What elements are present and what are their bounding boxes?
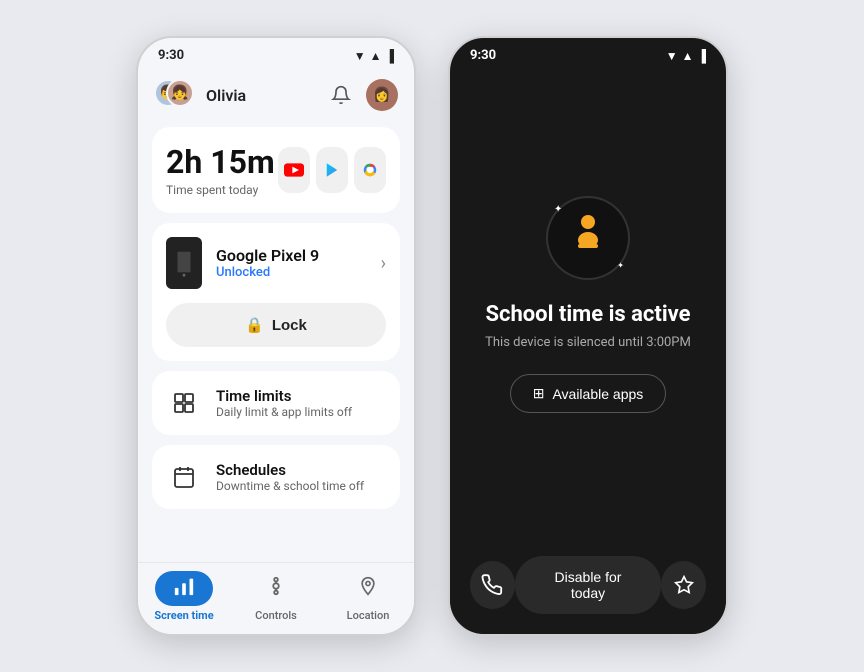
- signal-icon: ▲: [370, 49, 382, 63]
- time-limits-sub: Daily limit & app limits off: [216, 405, 352, 419]
- schedules-item: Schedules Downtime & school time off: [166, 459, 386, 495]
- time-display: 2h 15m Time spent today: [166, 143, 386, 197]
- time-label: Time spent today: [166, 183, 275, 197]
- avatar-group: 👦 👧: [154, 79, 198, 111]
- school-person-icon: [564, 210, 612, 267]
- nav-screen-time[interactable]: Screen time: [138, 571, 230, 622]
- schedules-title: Schedules: [216, 461, 364, 479]
- nav-controls[interactable]: Controls: [230, 571, 322, 622]
- location-pin-fab[interactable]: [661, 561, 706, 609]
- device-info: Google Pixel 9 Unlocked: [216, 246, 381, 280]
- device-name: Google Pixel 9: [216, 246, 381, 265]
- lock-button[interactable]: 🔒 Lock: [166, 303, 386, 347]
- time-value: 2h 15m: [166, 143, 275, 181]
- battery-icon: ▐: [385, 49, 394, 63]
- battery-icon-dark: ▐: [697, 49, 706, 63]
- disable-today-label: Disable for today: [555, 569, 622, 601]
- header-row: 👦 👧 Olivia 👩: [152, 75, 400, 115]
- phone-call-fab[interactable]: [470, 561, 515, 609]
- school-subtitle: This device is silenced until 3:00PM: [485, 335, 691, 350]
- schedules-text: Schedules Downtime & school time off: [216, 461, 364, 493]
- app-youtube: [278, 147, 310, 193]
- schedules-sub: Downtime & school time off: [216, 479, 364, 493]
- status-time-light: 9:30: [158, 48, 184, 63]
- nav-controls-icon-wrap: [247, 571, 305, 606]
- schedules-card[interactable]: Schedules Downtime & school time off: [152, 445, 400, 509]
- time-card: 2h 15m Time spent today: [152, 127, 400, 213]
- user-avatar-large[interactable]: 👩: [366, 79, 398, 111]
- device-phone-icon: [166, 237, 202, 289]
- lock-label: Lock: [272, 317, 307, 334]
- controls-icon: [265, 578, 287, 602]
- wifi-icon: ▼: [354, 49, 366, 63]
- wifi-icon-dark: ▼: [666, 49, 678, 63]
- location-icon: [358, 578, 378, 602]
- lock-button-wrap: 🔒 Lock: [152, 303, 400, 361]
- status-bar-light: 9:30 ▼ ▲ ▐: [138, 38, 414, 67]
- user-name: Olivia: [206, 86, 246, 105]
- time-limits-card[interactable]: Time limits Daily limit & app limits off: [152, 371, 400, 435]
- available-apps-button[interactable]: ⊞ Available apps: [510, 374, 667, 413]
- status-bar-dark: 9:30 ▼ ▲ ▐: [450, 38, 726, 67]
- school-title: School time is active: [485, 302, 690, 327]
- nav-screen-time-icon-wrap: [155, 571, 213, 606]
- time-limits-title: Time limits: [216, 387, 352, 405]
- nav-location-icon-wrap: [340, 571, 396, 606]
- notification-bell-icon[interactable]: [326, 80, 356, 110]
- sparkle-icon-tl: ✦: [554, 204, 562, 215]
- dark-bottom: Disable for today: [450, 544, 726, 634]
- time-limits-icon: [166, 385, 202, 421]
- header-icons: 👩: [326, 79, 398, 111]
- user-info: 👦 👧 Olivia: [154, 79, 246, 111]
- app-chrome: [354, 147, 386, 193]
- lock-icon: 🔒: [245, 316, 264, 334]
- schedules-icon: [166, 459, 202, 495]
- disable-today-button[interactable]: Disable for today: [515, 556, 661, 614]
- device-card-inner[interactable]: Google Pixel 9 Unlocked ›: [152, 223, 400, 303]
- nav-location-label: Location: [347, 609, 390, 622]
- sparkle-icon-br: ✦: [617, 261, 624, 270]
- app-icons: [278, 147, 386, 193]
- signal-icon-dark: ▲: [682, 49, 694, 63]
- nav-controls-label: Controls: [255, 609, 297, 622]
- time-limits-text: Time limits Daily limit & app limits off: [216, 387, 352, 419]
- device-card: Google Pixel 9 Unlocked › 🔒 Lock: [152, 223, 400, 361]
- dark-content: ✦ ✦ School time is active This device is…: [450, 67, 726, 544]
- time-info: 2h 15m Time spent today: [166, 143, 275, 197]
- status-icons-dark: ▼ ▲ ▐: [666, 49, 706, 63]
- time-limits-item: Time limits Daily limit & app limits off: [166, 385, 386, 421]
- phone-light: 9:30 ▼ ▲ ▐ 👦 👧 Olivia: [136, 36, 416, 636]
- available-apps-label: Available apps: [552, 386, 643, 402]
- avatar-front: 👧: [166, 79, 194, 107]
- device-status: Unlocked: [216, 265, 381, 280]
- screen-time-icon: [173, 578, 195, 602]
- chevron-right-icon: ›: [381, 253, 386, 274]
- status-icons-light: ▼ ▲ ▐: [354, 49, 394, 63]
- nav-screen-time-label: Screen time: [154, 609, 213, 622]
- grid-icon: ⊞: [533, 385, 545, 402]
- app-play: [316, 147, 348, 193]
- nav-location[interactable]: Location: [322, 571, 414, 622]
- bottom-nav: Screen time Controls: [138, 562, 414, 634]
- phone-dark: 9:30 ▼ ▲ ▐ ✦ ✦ School time is active: [448, 36, 728, 636]
- phone-light-content: 👦 👧 Olivia 👩 2h 15m Tim: [138, 67, 414, 562]
- status-time-dark: 9:30: [470, 48, 496, 63]
- school-circle: ✦ ✦: [548, 198, 628, 278]
